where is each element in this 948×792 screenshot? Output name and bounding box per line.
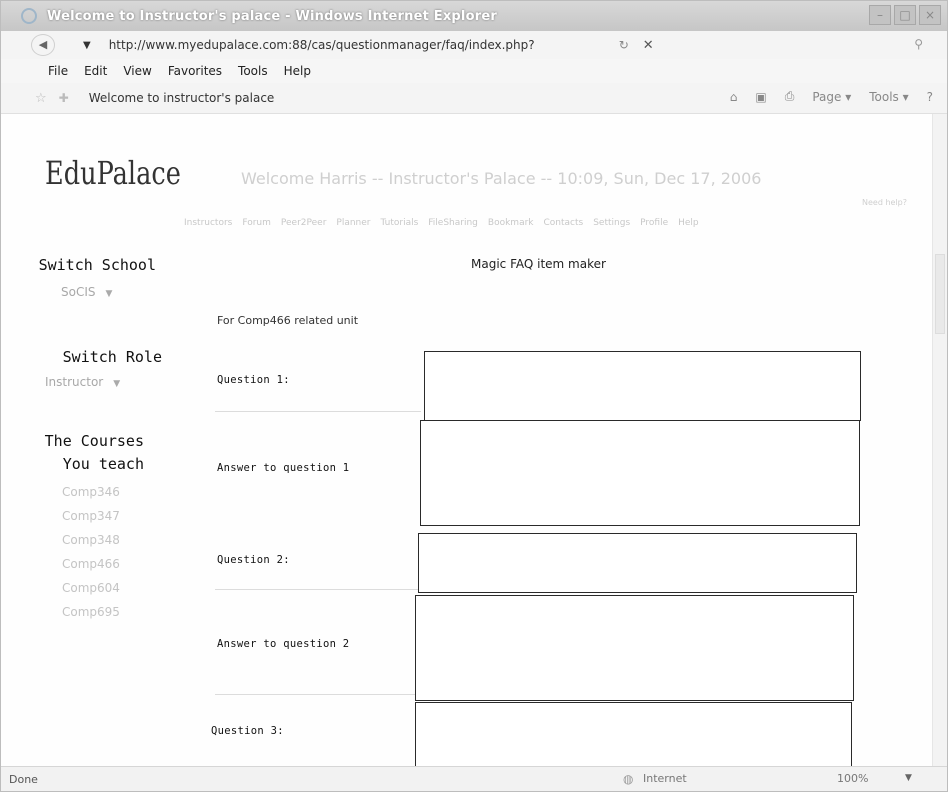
role-select[interactable]: Instructor ▼	[1, 371, 176, 390]
tab-bar: ☆ ✚ Welcome to instructor's palace ⌂ ▣ ⎙…	[1, 83, 947, 114]
chevron-down-icon[interactable]: ▼	[905, 773, 912, 783]
tools-menu-button[interactable]: Tools ▾	[869, 90, 908, 104]
address-bar: ◀ ▼ ↻ ✕ ⚲	[1, 31, 947, 59]
question-2-label: Question 2:	[217, 554, 290, 566]
vertical-scrollbar[interactable]	[932, 114, 947, 767]
maximize-button[interactable]: □	[894, 5, 916, 25]
school-select-value: SoCIS	[61, 285, 96, 299]
print-icon[interactable]: ⎙	[785, 89, 795, 104]
minimize-button[interactable]: –	[869, 5, 891, 25]
nav-profile[interactable]: Profile	[640, 218, 668, 228]
menu-edit[interactable]: Edit	[84, 64, 107, 78]
page-content: EduPalace Welcome Harris -- Instructor's…	[1, 114, 947, 772]
url-input[interactable]	[108, 35, 609, 55]
browser-window: Welcome to Instructor's palace - Windows…	[0, 0, 948, 792]
search-icon[interactable]: ⚲	[914, 37, 923, 51]
course-link[interactable]: Comp604	[1, 576, 176, 600]
course-link[interactable]: Comp346	[1, 480, 176, 504]
ie-logo-icon	[21, 8, 37, 24]
switch-school-heading: Switch School	[38, 256, 156, 274]
menu-help[interactable]: Help	[284, 64, 311, 78]
page-menu-button[interactable]: Page ▾	[812, 90, 851, 104]
history-dropdown-icon[interactable]: ▼	[83, 40, 91, 51]
question-3-label: Question 3:	[211, 725, 284, 737]
sidebar: Switch School SoCIS ▼ Switch Role Instruc…	[1, 254, 176, 624]
question-1-label: Question 1:	[217, 374, 290, 386]
answer-1-input[interactable]	[420, 420, 860, 526]
stop-icon[interactable]: ✕	[643, 38, 654, 53]
form-title: Magic FAQ item maker	[471, 257, 606, 271]
nav-peer2peer[interactable]: Peer2Peer	[281, 218, 327, 228]
window-controls: – □ ×	[869, 5, 941, 25]
course-link[interactable]: Comp466	[1, 552, 176, 576]
menu-favorites[interactable]: Favorites	[168, 64, 222, 78]
course-link[interactable]: Comp695	[1, 600, 176, 624]
welcome-banner: Welcome Harris -- Instructor's Palace --…	[241, 169, 762, 188]
window-title: Welcome to Instructor's palace - Windows…	[47, 8, 497, 24]
close-button[interactable]: ×	[919, 5, 941, 25]
nav-tutorials[interactable]: Tutorials	[381, 218, 419, 228]
course-link[interactable]: Comp348	[1, 528, 176, 552]
unit-info: For Comp466 related unit	[217, 314, 359, 327]
answer-2-label: Answer to question 2	[217, 638, 350, 650]
status-bar: Done ◍ Internet 100% ▼	[1, 766, 947, 791]
courses-heading: The Courses You teach	[44, 432, 144, 473]
nav-help[interactable]: Help	[678, 218, 699, 228]
help-link[interactable]: Need help?	[862, 198, 907, 207]
favorites-star-icon[interactable]: ☆	[35, 91, 47, 106]
menu-tools[interactable]: Tools	[238, 64, 268, 78]
zoom-level[interactable]: 100%	[837, 772, 868, 785]
globe-icon: ◍	[623, 772, 634, 786]
divider	[215, 694, 421, 695]
home-icon[interactable]: ⌂	[730, 90, 738, 104]
answer-1-label: Answer to question 1	[217, 462, 350, 474]
tab-welcome[interactable]: Welcome to instructor's palace	[89, 91, 275, 105]
switch-role-heading: Switch Role	[62, 348, 162, 366]
nav-instructors[interactable]: Instructors	[184, 218, 232, 228]
menu-bar: File Edit View Favorites Tools Help	[1, 59, 947, 83]
role-select-value: Instructor	[45, 375, 104, 389]
school-select[interactable]: SoCIS ▼	[1, 281, 176, 300]
command-bar: ⌂ ▣ ⎙ Page ▾ Tools ▾ ?	[730, 89, 933, 104]
chevron-down-icon: ▼	[105, 289, 113, 299]
back-arrow-icon[interactable]: ◀	[31, 34, 55, 56]
help-icon[interactable]: ?	[927, 90, 933, 104]
nav-settings[interactable]: Settings	[593, 218, 630, 228]
question-3-input[interactable]	[415, 702, 852, 772]
nav-forum[interactable]: Forum	[242, 218, 271, 228]
nav-planner[interactable]: Planner	[336, 218, 370, 228]
question-1-input[interactable]	[424, 351, 861, 421]
top-navigation: Instructors Forum Peer2Peer Planner Tuto…	[184, 218, 699, 228]
security-zone: Internet	[643, 772, 687, 785]
menu-file[interactable]: File	[48, 64, 68, 78]
divider	[215, 589, 421, 590]
scrollbar-thumb[interactable]	[935, 254, 945, 334]
menu-view[interactable]: View	[123, 64, 151, 78]
status-text: Done	[9, 772, 38, 786]
course-list: Comp346 Comp347 Comp348 Comp466 Comp604 …	[1, 480, 176, 624]
nav-bookmark[interactable]: Bookmark	[488, 218, 534, 228]
nav-filesharing[interactable]: FileSharing	[428, 218, 478, 228]
refresh-icon[interactable]: ↻	[619, 38, 629, 52]
question-2-input[interactable]	[418, 533, 857, 593]
divider	[215, 411, 421, 412]
edupalace-logo[interactable]: EduPalace	[45, 154, 181, 192]
title-bar: Welcome to Instructor's palace - Windows…	[1, 1, 947, 31]
feeds-icon[interactable]: ▣	[755, 90, 766, 104]
answer-2-input[interactable]	[415, 595, 854, 701]
course-link[interactable]: Comp347	[1, 504, 176, 528]
chevron-down-icon: ▼	[113, 379, 121, 389]
nav-contacts[interactable]: Contacts	[544, 218, 584, 228]
add-favorite-icon[interactable]: ✚	[59, 91, 69, 105]
